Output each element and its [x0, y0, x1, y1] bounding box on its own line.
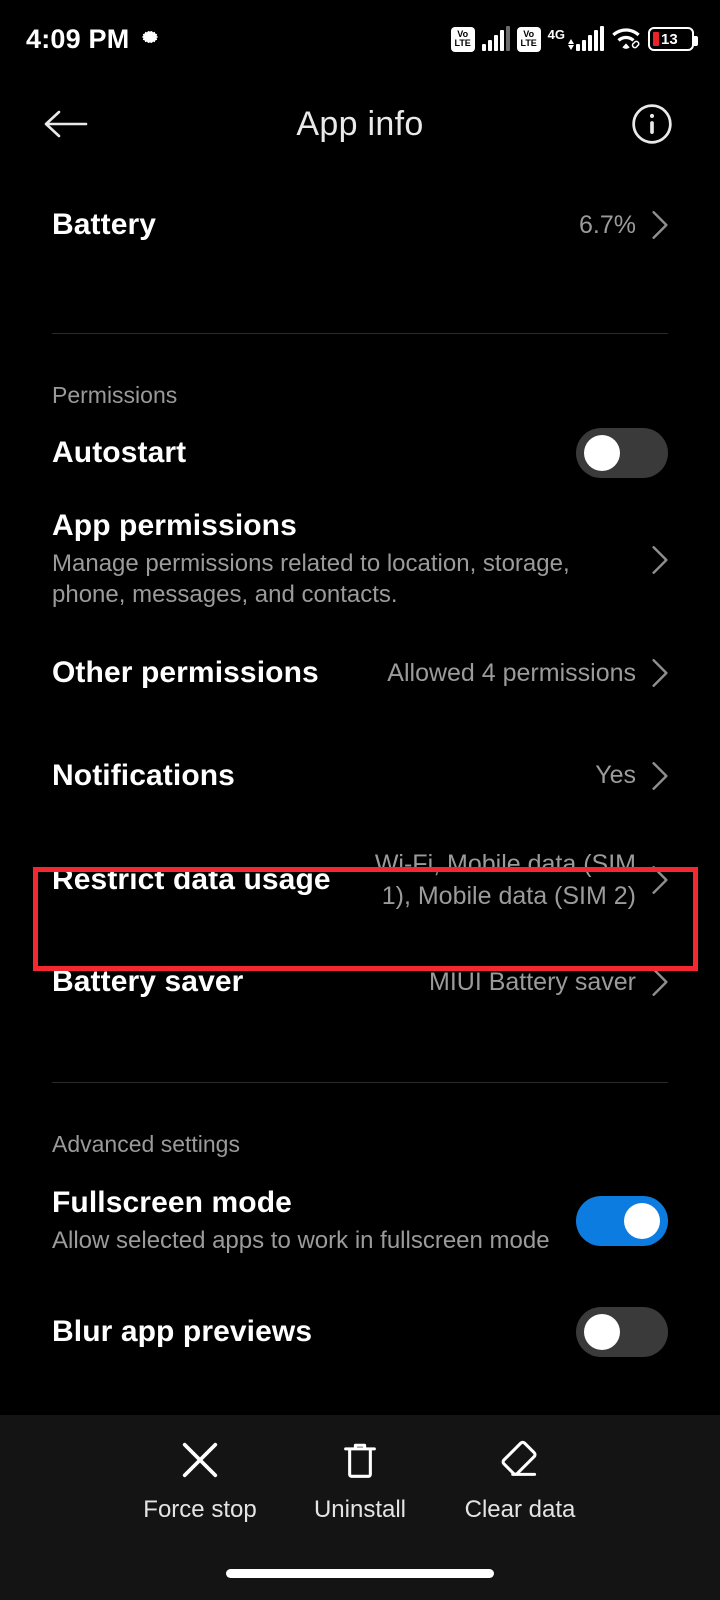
- bottom-action-bar: Force stop Uninstall Clear data: [0, 1415, 720, 1600]
- chevron-right-icon: [652, 659, 668, 687]
- gear-icon: [139, 26, 161, 53]
- row-battery-title: Battery: [52, 208, 157, 241]
- status-bar: 4:09 PM Vo LTE Vo LTE 4G 13: [0, 0, 720, 78]
- chevron-right-icon: [652, 211, 668, 239]
- row-app-permissions-texts: App permissions Manage permissions relat…: [52, 509, 597, 610]
- settings-list: Battery 6.7% Permissions Autostart App p…: [0, 170, 720, 1380]
- close-x-icon: [182, 1442, 218, 1478]
- row-battery-saver-value: MIUI Battery saver: [429, 967, 636, 996]
- page-title: App info: [296, 104, 424, 143]
- chevron-right-icon: [652, 968, 668, 996]
- toggle-knob: [584, 1314, 620, 1350]
- force-stop-label: Force stop: [143, 1496, 257, 1523]
- signal-bars-sim2-icon: [576, 26, 604, 51]
- row-autostart[interactable]: Autostart: [0, 409, 720, 497]
- row-app-permissions[interactable]: App permissions Manage permissions relat…: [0, 497, 720, 623]
- signal-bars-sim1-icon: [481, 26, 510, 51]
- status-bar-clock: 4:09 PM: [26, 23, 130, 54]
- back-button[interactable]: [44, 99, 94, 149]
- navigation-home-pill[interactable]: [226, 1569, 494, 1578]
- row-battery-saver-title: Battery saver: [52, 965, 244, 998]
- eraser-icon: [501, 1440, 537, 1476]
- row-fullscreen-mode-texts: Fullscreen mode Allow selected apps to w…: [52, 1186, 550, 1257]
- row-fullscreen-mode[interactable]: Fullscreen mode Allow selected apps to w…: [0, 1158, 720, 1284]
- toggle-knob: [624, 1203, 660, 1239]
- back-arrow-icon: [44, 110, 88, 138]
- volte-label-bottom: LTE: [454, 38, 471, 48]
- row-fullscreen-mode-title: Fullscreen mode: [52, 1185, 292, 1219]
- battery-percent-label: 13: [661, 30, 678, 48]
- row-other-permissions[interactable]: Other permissions Allowed 4 permissions: [0, 623, 720, 723]
- toggle-knob: [584, 435, 620, 471]
- row-blur-app-previews-title: Blur app previews: [52, 1315, 313, 1348]
- mobile-data-sim2-icon: 4G: [547, 26, 604, 51]
- row-battery-value: 6.7%: [579, 210, 636, 239]
- app-info-screen: 4:09 PM Vo LTE Vo LTE 4G 13 App info Bat…: [0, 0, 720, 1600]
- data-arrows-icon: [568, 39, 574, 50]
- battery-fill: [653, 32, 659, 46]
- app-info-button[interactable]: [628, 100, 676, 148]
- volte-label-bottom: LTE: [520, 38, 537, 48]
- fullscreen-mode-toggle[interactable]: [576, 1196, 668, 1246]
- uninstall-label: Uninstall: [313, 1496, 407, 1523]
- network-type-label: 4G: [547, 27, 565, 42]
- row-notifications-value: Yes: [595, 761, 636, 790]
- section-label-advanced-settings: Advanced settings: [52, 1131, 240, 1157]
- row-notifications[interactable]: Notifications Yes: [0, 723, 720, 828]
- trash-icon: [344, 1443, 376, 1478]
- volte-sim2-icon: Vo LTE: [516, 26, 541, 52]
- row-blur-app-previews[interactable]: Blur app previews: [0, 1284, 720, 1380]
- row-restrict-data-usage-value: Wi-Fi, Mobile data (SIM 1), Mobile data …: [374, 849, 636, 911]
- info-circle-icon: [632, 104, 672, 144]
- wifi-icon: [611, 25, 641, 54]
- uninstall-button[interactable]: Uninstall: [280, 1437, 440, 1524]
- row-battery-right: 6.7%: [579, 209, 668, 242]
- battery-icon: 13: [648, 27, 698, 51]
- chevron-right-icon: [652, 761, 668, 790]
- row-blur-app-previews-texts: Blur app previews: [52, 1315, 312, 1349]
- clear-data-label: Clear data: [464, 1496, 576, 1523]
- clear-data-button[interactable]: Clear data: [440, 1437, 600, 1524]
- chevron-right-icon: [652, 866, 668, 894]
- divider-after-battery: [52, 333, 668, 334]
- row-other-permissions-right: Allowed 4 permissions: [387, 657, 668, 690]
- row-restrict-data-usage[interactable]: Restrict data usage Wi-Fi, Mobile data (…: [0, 828, 720, 932]
- row-battery-saver-right: MIUI Battery saver: [429, 966, 668, 999]
- row-other-permissions-value: Allowed 4 permissions: [387, 658, 636, 687]
- row-notifications-title: Notifications: [52, 758, 235, 792]
- section-label-permissions: Permissions: [52, 382, 178, 408]
- row-restrict-data-usage-title: Restrict data usage: [52, 863, 331, 896]
- row-autostart-title: Autostart: [52, 436, 187, 469]
- row-notifications-right: Yes: [595, 759, 668, 792]
- divider-after-battery-saver: [52, 1082, 668, 1083]
- blur-app-previews-toggle[interactable]: [576, 1307, 668, 1357]
- row-fullscreen-mode-subtitle: Allow selected apps to work in fullscree…: [52, 1226, 550, 1254]
- autostart-toggle[interactable]: [576, 428, 668, 478]
- row-other-permissions-title: Other permissions: [52, 656, 319, 689]
- row-battery-texts: Battery: [52, 208, 156, 242]
- volte-sim1-icon: Vo LTE: [450, 26, 475, 52]
- chevron-right-icon: [652, 546, 668, 574]
- force-stop-button[interactable]: Force stop: [120, 1437, 280, 1524]
- status-bar-left: 4:09 PM: [26, 24, 161, 55]
- row-battery-saver[interactable]: Battery saver MIUI Battery saver: [0, 932, 720, 1032]
- row-app-permissions-title: App permissions: [52, 509, 297, 543]
- bottom-actions: Force stop Uninstall Clear data: [0, 1415, 720, 1524]
- app-bar: App info: [0, 78, 720, 170]
- row-app-permissions-subtitle: Manage permissions related to location, …: [52, 550, 570, 608]
- status-bar-right: Vo LTE Vo LTE 4G 13: [450, 25, 698, 54]
- row-restrict-data-usage-right: Wi-Fi, Mobile data (SIM 1), Mobile data …: [356, 848, 668, 913]
- row-battery[interactable]: Battery 6.7%: [0, 170, 720, 280]
